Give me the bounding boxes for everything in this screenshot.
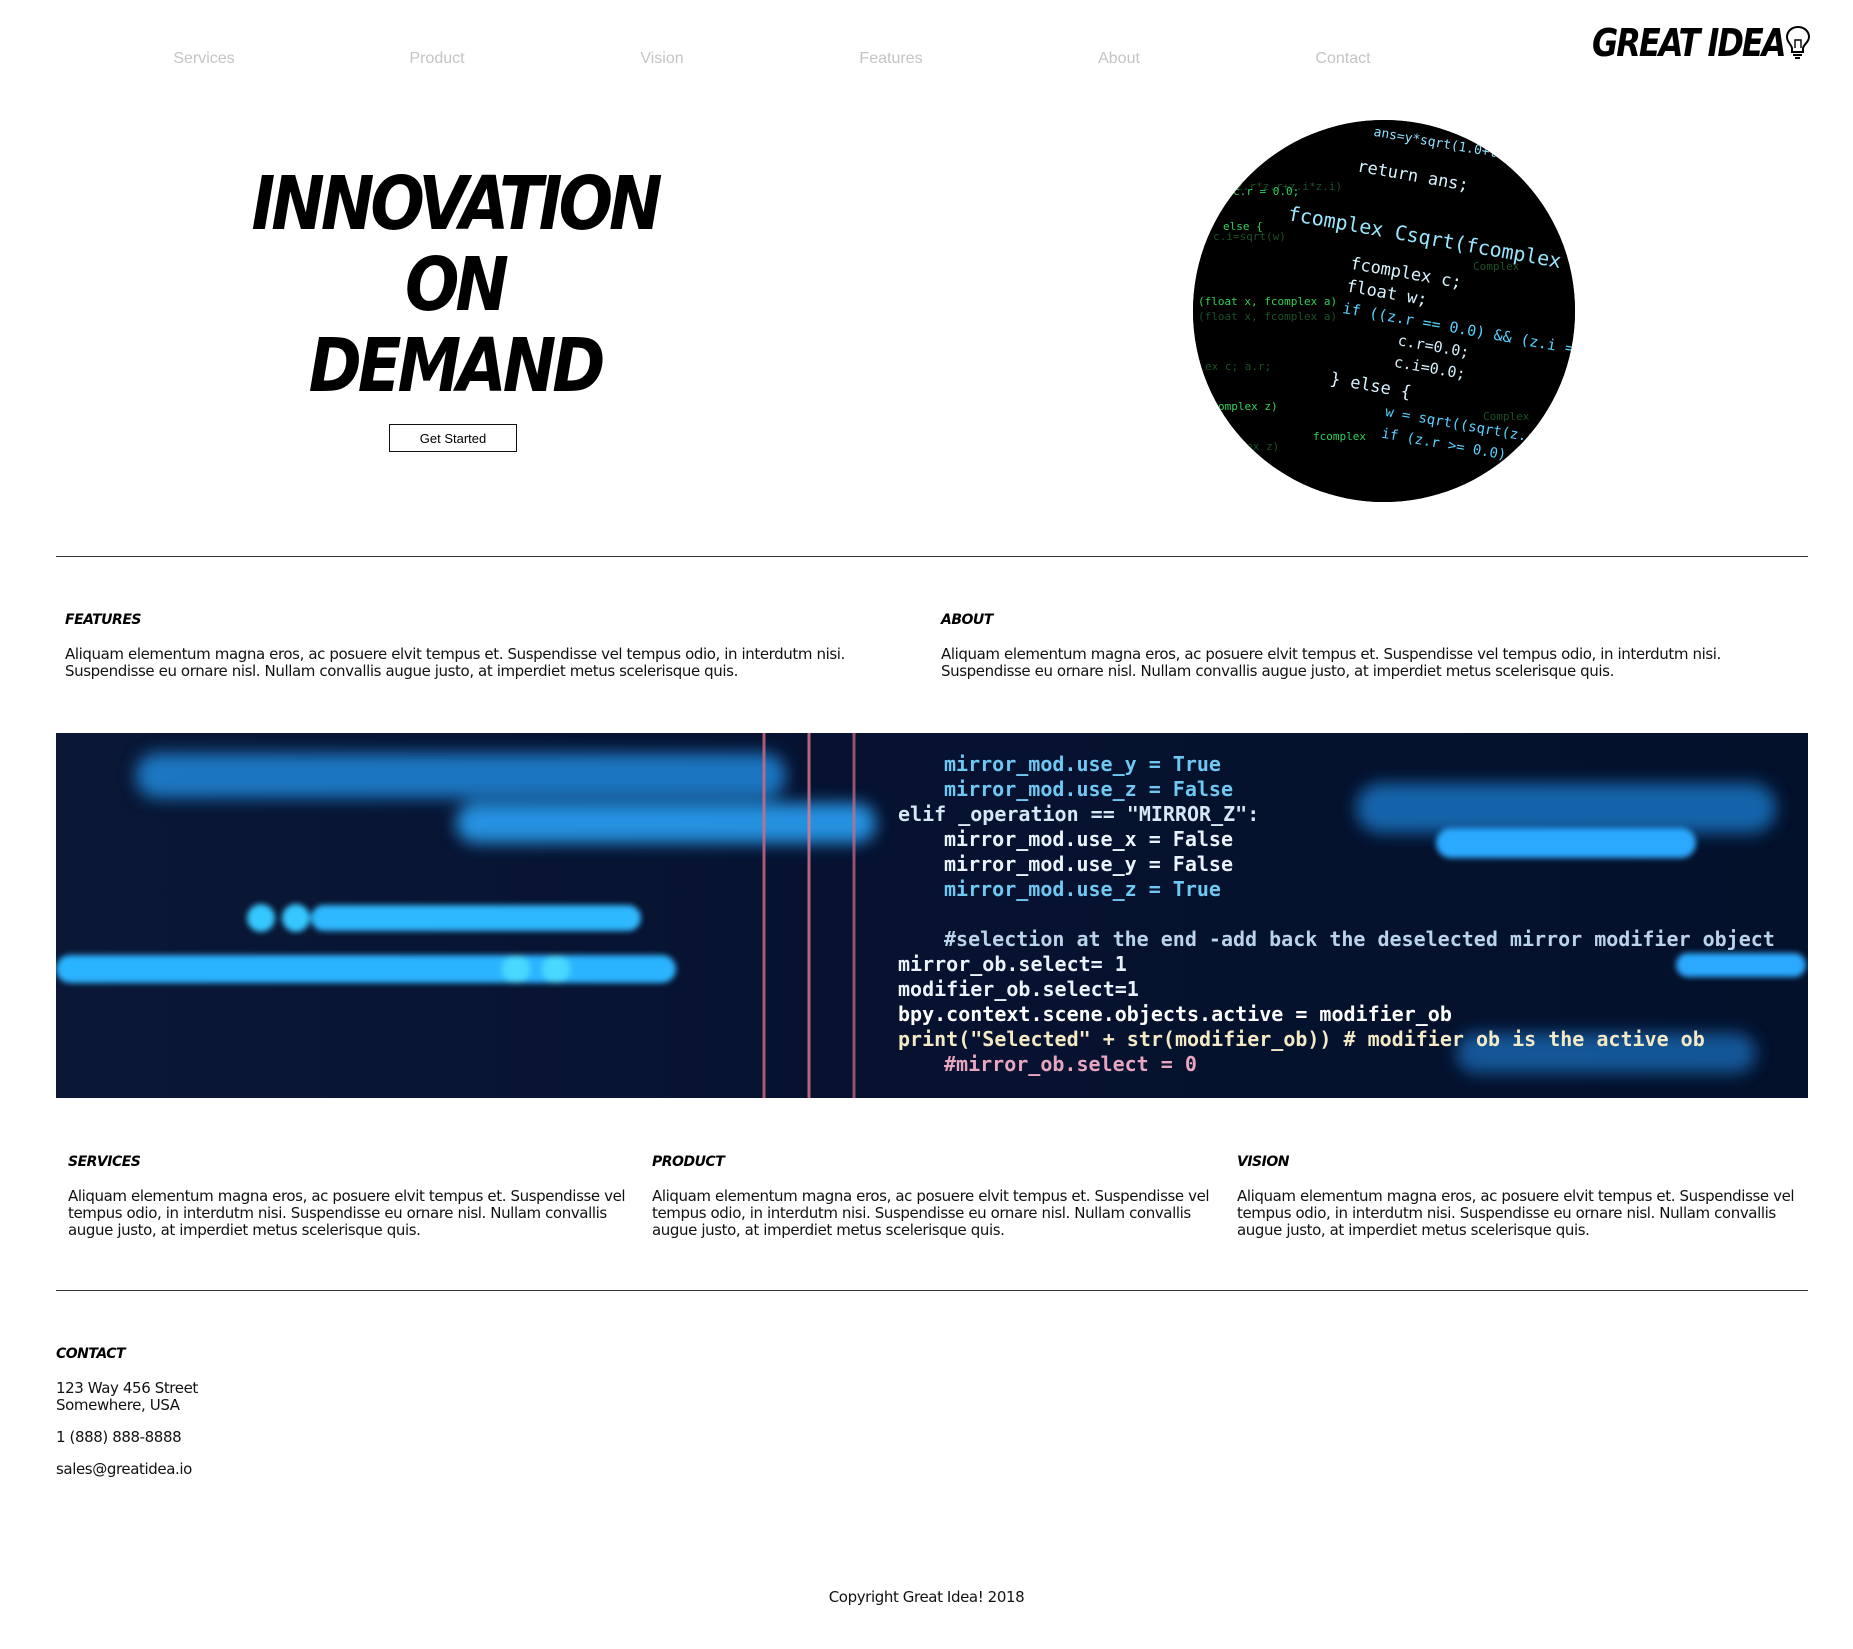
lightbulb-icon	[1785, 24, 1811, 64]
banner-code-line: mirror_mod.use_x = False	[944, 827, 1233, 851]
section-divider	[56, 556, 1808, 557]
banner-code-line: print("Selected" + str(modifier_ob)) # m…	[898, 1027, 1705, 1051]
about-heading: ABOUT	[941, 612, 993, 628]
about-text: Aliquam elementum magna eros, ac posuere…	[941, 645, 1721, 680]
vision-heading: VISION	[1237, 1154, 1289, 1170]
banner-code-line: mirror_mod.use_y = True	[944, 752, 1221, 776]
banner-code-line: mirror_mod.use_z = False	[944, 777, 1233, 801]
contact-section: CONTACT 123 Way 456 Street Somewhere, US…	[56, 1346, 456, 1478]
nav-link-vision[interactable]: Vision	[640, 50, 683, 68]
banner-code-line: bpy.context.scene.objects.active = modif…	[898, 1002, 1452, 1026]
hero-code-image: sqrt(z.r*z.r+z.i*z.i) c.i=sqrt(w) (float…	[1193, 120, 1575, 502]
hero-title: INNOVATION ON DEMAND	[240, 162, 670, 409]
svg-text:fcomplex: fcomplex	[1313, 430, 1366, 443]
banner-code-line: mirror_ob.select= 1	[898, 952, 1127, 976]
code-banner-image: mirror_mod.use_y = True mirror_mod.use_z…	[56, 733, 1808, 1098]
nav-link-about[interactable]: About	[1098, 50, 1140, 68]
svg-text:omplex z): omplex z)	[1218, 400, 1278, 413]
banner-code-line: mirror_mod.use_z = True	[944, 877, 1221, 901]
banner-code-line: mirror_mod.use_y = False	[944, 852, 1233, 876]
banner-code-line: modifier_ob.select=1	[898, 977, 1139, 1001]
services-section: SERVICES Aliquam elementum magna eros, a…	[68, 1154, 628, 1239]
phone-number[interactable]: 1 (888) 888-8888	[56, 1429, 456, 1446]
features-heading: FEATURES	[65, 612, 141, 628]
contact-heading: CONTACT	[56, 1346, 126, 1362]
nav-link-contact[interactable]: Contact	[1315, 50, 1370, 68]
brand-logo[interactable]: GREAT IDEA	[1592, 20, 1811, 66]
svg-text:else {: else {	[1223, 220, 1263, 233]
address-line: Somewhere, USA	[56, 1396, 180, 1414]
banner-code-line: #mirror_ob.select = 0	[944, 1052, 1197, 1076]
product-section: PRODUCT Aliquam elementum magna eros, ac…	[652, 1154, 1212, 1239]
nav-link-services[interactable]: Services	[173, 50, 234, 68]
get-started-button[interactable]: Get Started	[389, 424, 517, 452]
features-section: FEATURES Aliquam elementum magna eros, a…	[65, 612, 920, 680]
main-nav: Services Product Vision Features About C…	[0, 50, 1853, 74]
svg-text:Complex: Complex	[1483, 410, 1530, 423]
nav-link-features[interactable]: Features	[859, 50, 922, 68]
svg-text:c.r = 0.0;: c.r = 0.0;	[1233, 185, 1299, 198]
vision-text: Aliquam elementum magna eros, ac posuere…	[1237, 1187, 1795, 1239]
email-link[interactable]: sales@greatidea.io	[56, 1461, 456, 1478]
svg-text:complex z): complex z)	[1213, 440, 1279, 453]
product-text: Aliquam elementum magna eros, ac posuere…	[652, 1187, 1210, 1239]
address-line: 123 Way 456 Street	[56, 1379, 198, 1397]
svg-text:(float x, fcomplex a): (float x, fcomplex a)	[1198, 310, 1337, 323]
svg-text:(float x, fcomplex a): (float x, fcomplex a)	[1198, 295, 1337, 308]
vision-section: VISION Aliquam elementum magna eros, ac …	[1237, 1154, 1797, 1239]
hero-title-line: INNOVATION	[251, 162, 662, 248]
nav-link-product[interactable]: Product	[409, 50, 464, 68]
banner-code-line: #selection at the end -add back the dese…	[944, 927, 1775, 951]
about-section: ABOUT Aliquam elementum magna eros, ac p…	[941, 612, 1796, 680]
services-heading: SERVICES	[68, 1154, 141, 1170]
section-divider	[56, 1290, 1808, 1291]
svg-text:ex c; a.r;: ex c; a.r;	[1205, 360, 1271, 373]
product-heading: PRODUCT	[652, 1154, 725, 1170]
hero-title-line: ON	[405, 243, 509, 329]
footer-copyright: Copyright Great Idea! 2018	[828, 1588, 1025, 1606]
features-text: Aliquam elementum magna eros, ac posuere…	[65, 645, 845, 680]
logo-text: GREAT IDEA	[1592, 20, 1787, 66]
hero-title-line: DEMAND	[308, 324, 606, 410]
services-text: Aliquam elementum magna eros, ac posuere…	[68, 1187, 626, 1239]
banner-code-line: elif _operation == "MIRROR_Z":	[898, 802, 1259, 826]
